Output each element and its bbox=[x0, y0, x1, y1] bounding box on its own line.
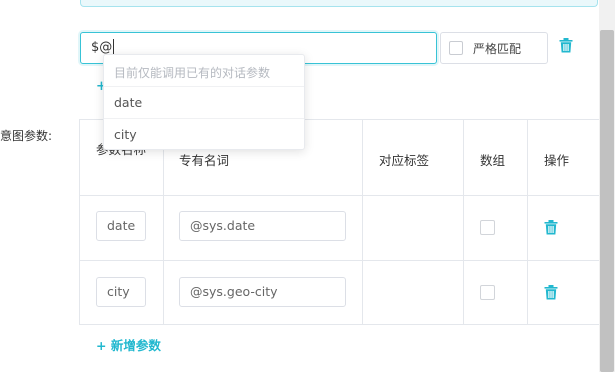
param-autocomplete-dropdown: 目前仅能调用已有的对话参数 date city bbox=[103, 54, 305, 150]
add-param-button[interactable]: + 新增参数 bbox=[96, 335, 161, 354]
autocomplete-option-city[interactable]: city bbox=[104, 119, 304, 150]
entity-input[interactable]: @sys.geo-city bbox=[179, 277, 346, 307]
entity-input[interactable]: @sys.date bbox=[179, 211, 346, 241]
intent-editor-page: $@ 严格匹配 + 意图参数: 参数名称 专有名词 对应标签 数组 操作 dat… bbox=[0, 0, 615, 372]
expression-value: $@ bbox=[91, 40, 113, 55]
header-actions: 操作 bbox=[544, 153, 570, 168]
array-checkbox[interactable] bbox=[480, 220, 495, 235]
array-checkbox[interactable] bbox=[480, 285, 495, 300]
param-name-input[interactable]: city bbox=[96, 277, 146, 307]
text-caret bbox=[113, 39, 115, 54]
info-banner bbox=[80, 0, 598, 7]
scrollbar-thumb[interactable] bbox=[600, 30, 614, 372]
intent-params-label: 意图参数: bbox=[0, 129, 53, 143]
delete-row-trash-icon[interactable] bbox=[544, 285, 558, 300]
param-name-input[interactable]: date bbox=[96, 211, 146, 241]
delete-row-trash-icon[interactable] bbox=[544, 220, 558, 235]
header-array: 数组 bbox=[480, 153, 506, 168]
strict-match-checkbox[interactable] bbox=[449, 41, 463, 55]
strict-match-label: 严格匹配 bbox=[473, 41, 522, 56]
autocomplete-hint: 目前仅能调用已有的对话参数 bbox=[114, 66, 271, 80]
header-tag: 对应标签 bbox=[379, 153, 430, 168]
header-entity: 专有名词 bbox=[179, 153, 230, 168]
delete-expression-trash-icon[interactable] bbox=[559, 38, 573, 53]
strict-match-toggle[interactable]: 严格匹配 bbox=[440, 32, 548, 64]
autocomplete-option-date[interactable]: date bbox=[104, 87, 304, 118]
